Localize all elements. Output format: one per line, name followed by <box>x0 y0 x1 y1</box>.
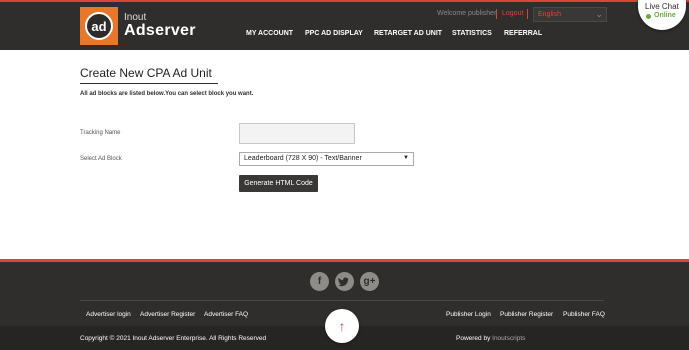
live-chat-status: Online <box>654 12 676 19</box>
live-chat-title: Live Chat <box>645 2 679 11</box>
facebook-icon[interactable]: f <box>310 272 329 291</box>
tracking-name-input[interactable] <box>239 123 355 144</box>
divider <box>527 9 528 19</box>
logo[interactable]: ad Inout Adserver <box>80 7 196 45</box>
advertiser-login-link[interactable]: Advertiser login <box>86 311 131 318</box>
nav-ppc-ad-display[interactable]: PPC AD DISPLAY <box>305 30 363 40</box>
chevron-down-icon: ⌄ <box>595 9 603 19</box>
nav-retarget-ad-unit[interactable]: RETARGET AD UNIT <box>374 30 442 40</box>
advertiser-register-link[interactable]: Advertiser Register <box>140 311 195 318</box>
ad-block-label: Select Ad Block <box>80 156 122 162</box>
nav-referral[interactable]: REFERRAL <box>504 30 542 40</box>
title-underline <box>80 83 218 84</box>
language-value: English <box>538 11 561 18</box>
advertiser-faq-link[interactable]: Advertiser FAQ <box>204 311 248 318</box>
ad-block-value: Leaderboard (728 X 90) - Text/Banner <box>244 155 362 162</box>
page-subtitle: All ad blocks are listed below.You can s… <box>80 91 254 97</box>
nav-my-account[interactable]: MY ACCOUNT <box>246 30 293 40</box>
header: ad Inout Adserver Welcome publisher Logo… <box>0 0 689 50</box>
powered-by-prefix: Powered by <box>456 335 491 342</box>
generate-html-button[interactable]: Generate HTML Code <box>239 175 318 192</box>
google-plus-icon[interactable]: g+ <box>360 272 379 291</box>
nav-statistics[interactable]: STATISTICS <box>452 30 492 40</box>
powered-by: Powered by Inoutscripts <box>456 335 525 342</box>
page-title: Create New CPA Ad Unit <box>80 66 212 80</box>
logo-big-text: Adserver <box>124 22 196 39</box>
logo-badge: ad <box>80 7 118 45</box>
footer-divider <box>80 300 604 301</box>
language-select[interactable]: English ⌄ <box>533 7 607 22</box>
twitter-icon[interactable] <box>335 272 354 291</box>
logo-text: Inout Adserver <box>124 13 196 39</box>
tracking-name-label: Tracking Name <box>80 130 121 136</box>
online-dot-icon <box>646 14 651 19</box>
twitter-bird-icon <box>338 277 349 287</box>
publisher-login-link[interactable]: Publisher Login <box>446 311 491 318</box>
dropdown-arrow-icon: ▼ <box>403 155 409 161</box>
logout-link[interactable]: Logout <box>502 10 523 17</box>
ad-block-select[interactable]: Leaderboard (728 X 90) - Text/Banner ▼ <box>239 152 414 166</box>
publisher-faq-link[interactable]: Publisher FAQ <box>563 311 605 318</box>
scroll-to-top-button[interactable]: ↑ <box>325 309 359 343</box>
logo-mark: ad <box>85 12 113 40</box>
header-accent-bar <box>0 0 689 2</box>
divider <box>496 9 497 19</box>
copyright-text: Copyright © 2021 Inout Adserver Enterpri… <box>80 335 267 342</box>
publisher-register-link[interactable]: Publisher Register <box>500 311 553 318</box>
welcome-text: Welcome publisher <box>437 10 497 17</box>
powered-by-link[interactable]: Inoutscripts <box>492 335 525 342</box>
